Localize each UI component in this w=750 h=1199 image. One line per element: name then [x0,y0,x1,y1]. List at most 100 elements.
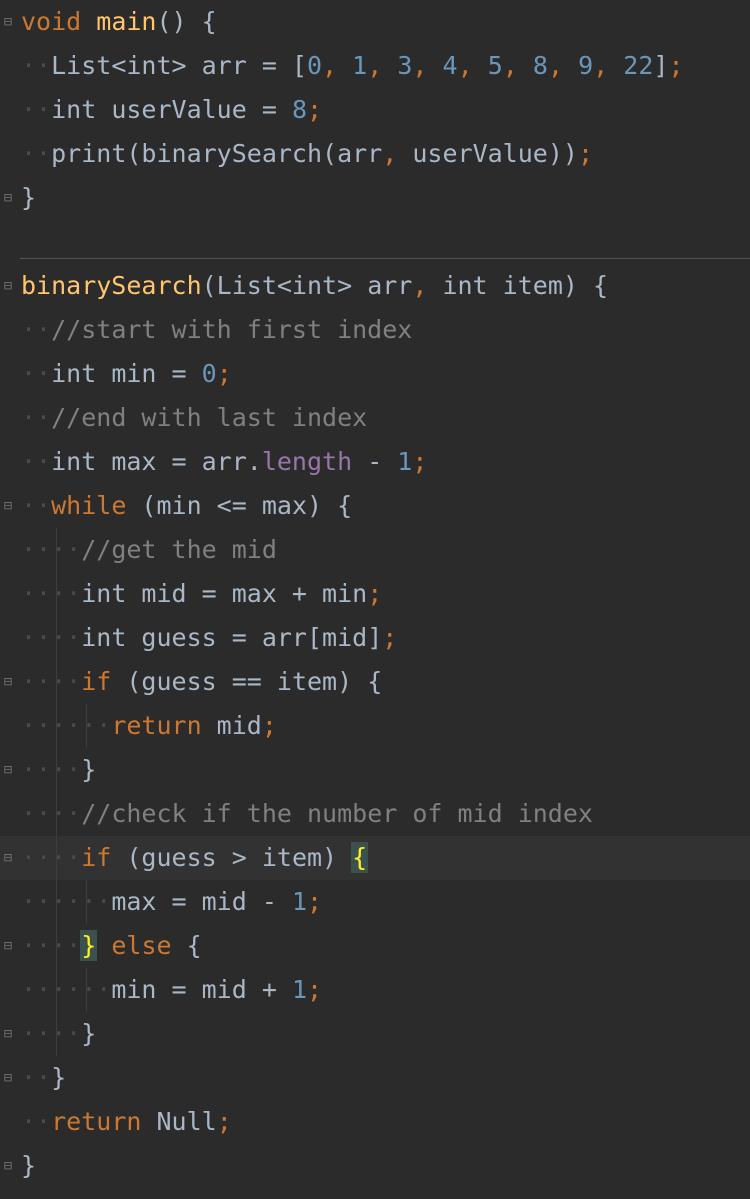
code-line[interactable]: ⊟} [0,176,750,220]
code-token: 9 [578,51,594,80]
code-token: } [51,1063,67,1092]
code-token: Null [141,1107,217,1136]
code-line[interactable]: ⊟ ··while (min <= max) { [0,484,750,528]
code-line[interactable]: ⊟ ····if (guess > item) { [0,836,750,880]
code-token: //check if the number of mid index [81,799,593,828]
code-line[interactable]: ⊟ binarySearch(List<int> arr, int item) { [0,264,750,308]
code-token: , [547,51,564,80]
code-line[interactable]: ··List<int> arr = [0, 1, 3, 4, 5, 8, 9, … [0,44,750,88]
code-line[interactable]: ··int userValue = 8; [0,88,750,132]
fold-toggle-icon[interactable]: ⊟ [0,277,16,295]
whitespace-indent: ·· [21,491,52,520]
code-token: userValue)) [397,139,578,168]
whitespace-indent: ···· [21,579,82,608]
whitespace-indent: ·· [21,139,52,168]
code-line[interactable]: ······min = mid + 1; [0,968,750,1012]
code-token: , [502,51,518,80]
code-line[interactable]: ⊟ ····} [0,1012,750,1056]
code-line[interactable]: ····//get the mid [0,528,750,572]
code-line[interactable]: ····//check if the number of mid index [0,792,750,836]
code-token: ; [307,887,323,916]
code-line[interactable]: ··int max = arr.length - 1; [0,440,750,484]
code-token: main [96,7,157,36]
code-token: () { [156,7,217,36]
code-line[interactable] [0,220,750,264]
code-text: ··while (min <= max) { [21,484,352,528]
code-token: ; [307,975,323,1004]
code-line[interactable]: ······return mid; [0,704,750,748]
code-editor[interactable]: ⊟ void main() { ··List<int> arr = [0, 1, 3… [0,0,750,1199]
code-token: int min = [51,359,202,388]
code-token: int userValue = [51,95,292,124]
code-token: { [351,842,369,873]
code-token: if [81,667,112,696]
code-line[interactable]: ⊟} [0,1144,750,1188]
code-token: ; [261,711,277,740]
fold-toggle-icon[interactable]: ⊟ [0,849,16,867]
code-text: } [21,1144,36,1188]
fold-toggle-icon[interactable]: ⊟ [0,1025,16,1043]
code-line[interactable]: ⊟ ··} [0,1056,750,1100]
code-line[interactable]: ····int guess = arr[mid]; [0,616,750,660]
code-token: int item) { [427,271,609,300]
code-token: , [593,51,609,80]
code-token: } [80,930,98,961]
fold-toggle-icon[interactable]: ⊟ [0,1157,16,1175]
indent-guide [86,704,87,748]
code-line[interactable]: ··print(binarySearch(arr, userValue)); [0,132,750,176]
fold-toggle-icon[interactable]: ⊟ [0,761,16,779]
code-text: binarySearch(List<int> arr, int item) { [21,264,608,308]
code-line[interactable]: ··return Null; [0,1100,750,1144]
code-text: ····//get the mid [21,528,277,572]
code-text: } [21,176,36,220]
code-line[interactable]: ⊟ ····if (guess == item) { [0,660,750,704]
code-token: ; [216,359,232,388]
code-line[interactable]: ⊟ void main() { [0,0,750,44]
code-line[interactable]: ⊟ ····} else { [0,924,750,968]
whitespace-indent: ···· [21,843,82,872]
fold-toggle-icon[interactable]: ⊟ [0,1069,16,1087]
code-line[interactable]: ··//start with first index [0,308,750,352]
whitespace-indent: ······ [21,887,112,916]
code-text: ····int mid = max + min; [21,572,382,616]
code-text: ··int max = arr.length - 1; [21,440,427,484]
code-line[interactable]: ······max = mid - 1; [0,880,750,924]
whitespace-indent: ···· [21,667,82,696]
code-token: max = mid - [111,887,292,916]
fold-toggle-icon[interactable]: ⊟ [0,673,16,691]
code-token: 5 [487,51,503,80]
code-line[interactable]: ··//end with last index [0,396,750,440]
code-token: ; [577,139,593,168]
fold-toggle-icon[interactable]: ⊟ [0,189,16,207]
code-token: } [81,1019,97,1048]
code-token: //end with last index [51,403,368,432]
code-token: 8 [291,95,307,124]
code-token: mid [201,711,262,740]
indent-guide [86,880,87,924]
fold-toggle-icon[interactable]: ⊟ [0,937,16,955]
whitespace-indent: ···· [21,1019,82,1048]
code-lines[interactable]: ⊟ void main() { ··List<int> arr = [0, 1, 3… [0,0,750,1188]
code-token: ; [382,623,398,652]
code-token: 22 [623,51,654,80]
code-text: ······max = mid - 1; [21,880,322,924]
whitespace-indent: ·· [21,447,52,476]
code-line[interactable]: ⊟ ····} [0,748,750,792]
indent-guide [86,968,87,1012]
fold-toggle-icon[interactable]: ⊟ [0,497,16,515]
code-line[interactable]: ····int mid = max + min; [0,572,750,616]
code-token: binarySearch [21,271,202,300]
code-token: , [367,51,383,80]
code-token: 1 [352,51,368,80]
code-token: return [111,711,202,740]
code-token: 1 [291,975,307,1004]
code-line[interactable]: ··int min = 0; [0,352,750,396]
code-token: 1 [291,887,307,916]
code-text: ····} [21,748,96,792]
fold-toggle-icon[interactable]: ⊟ [0,13,16,31]
code-token: while [51,491,127,520]
code-token: void [21,7,82,36]
code-text: ····//check if the number of mid index [21,792,593,836]
